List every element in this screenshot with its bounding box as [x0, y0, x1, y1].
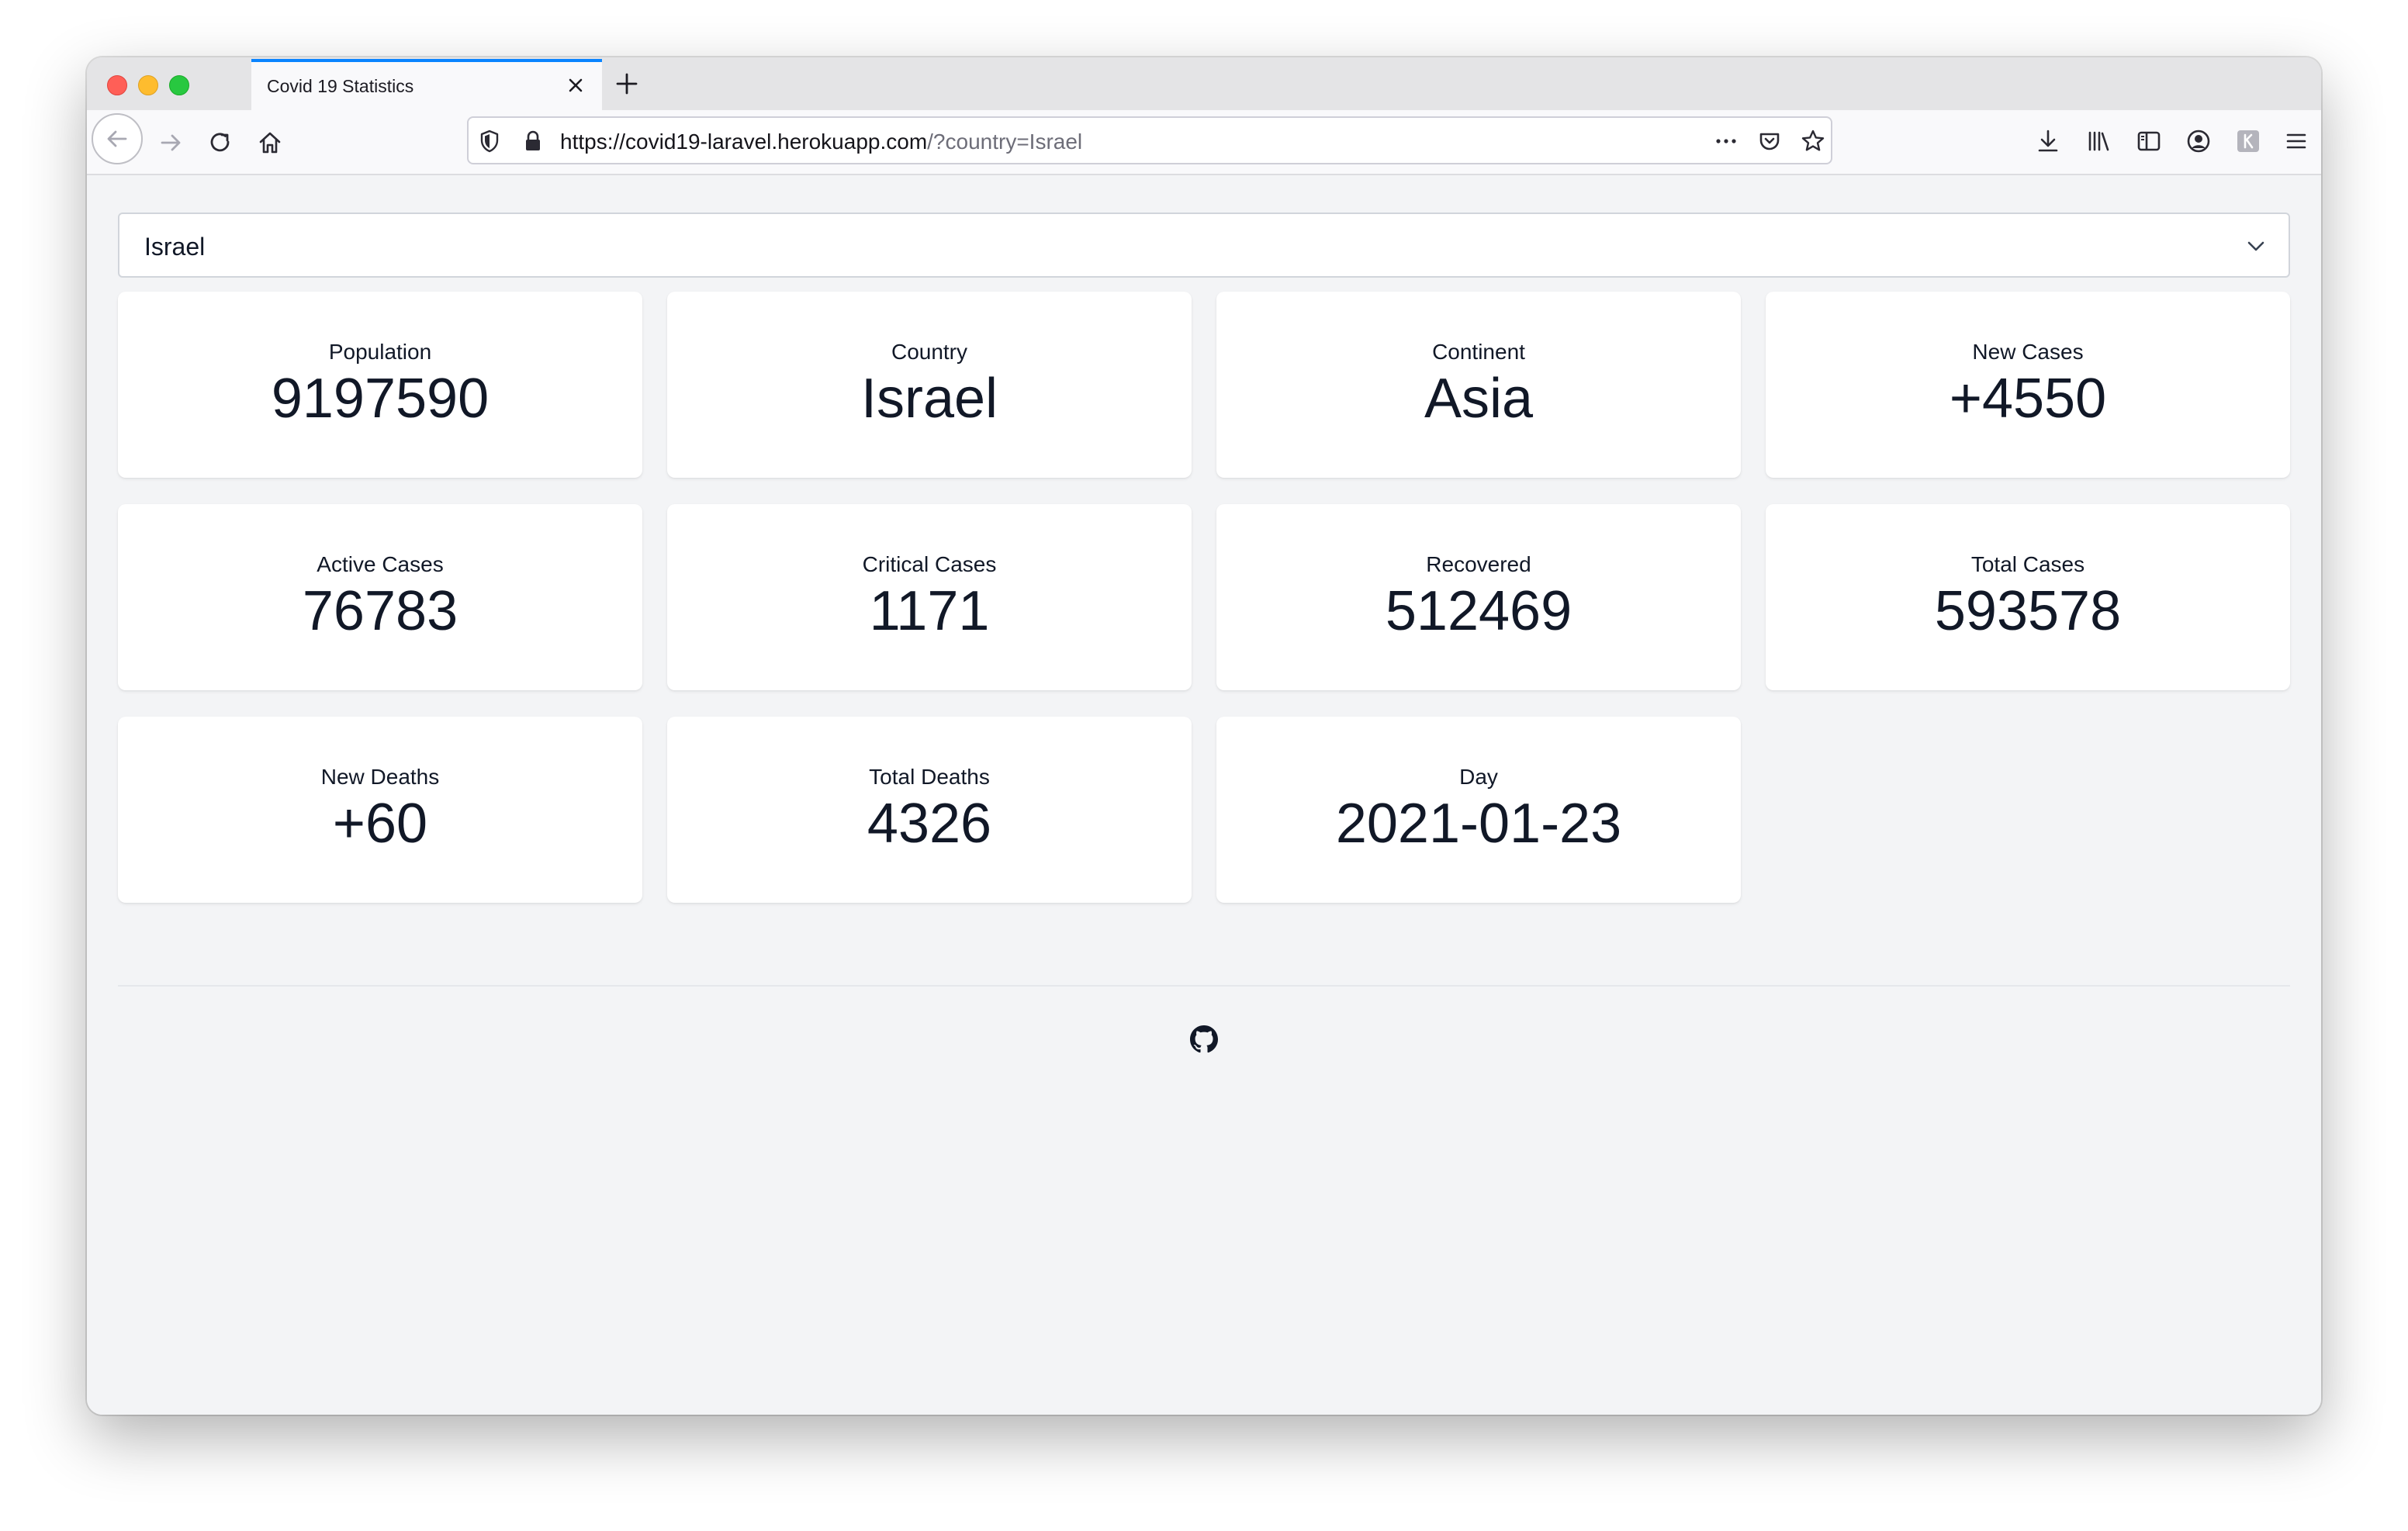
tab-bar: Covid 19 Statistics — [87, 57, 2321, 110]
stat-value: 2021-01-23 — [1335, 793, 1622, 855]
stat-card-new-cases: New Cases +4550 — [1766, 292, 2290, 478]
account-icon — [2187, 130, 2210, 153]
stat-value: 1171 — [869, 580, 990, 642]
stat-value: 76783 — [302, 580, 458, 642]
stat-label: New Deaths — [320, 765, 440, 789]
stats-grid: Population 9197590 Country Israel Contin… — [118, 292, 2290, 903]
library-icon — [2088, 131, 2109, 151]
sidebar-button[interactable] — [2130, 123, 2168, 160]
reload-icon — [210, 133, 230, 152]
lock-icon[interactable] — [520, 128, 546, 154]
stat-card-continent: Continent Asia — [1216, 292, 1741, 478]
stat-card-total-deaths: Total Deaths 4326 — [667, 717, 1192, 903]
close-icon[interactable] — [563, 73, 588, 98]
stat-label: Total Cases — [1970, 552, 2085, 576]
tab-covid-statistics[interactable]: Covid 19 Statistics — [251, 59, 602, 110]
stat-value: Asia — [1424, 368, 1534, 430]
navigation-toolbar: https://covid19-laravel.herokuapp.com/?c… — [87, 110, 2321, 175]
footer-divider — [118, 985, 2290, 987]
stat-card-day: Day 2021-01-23 — [1216, 717, 1741, 903]
country-select[interactable]: Israel — [118, 213, 2290, 278]
stat-value: 9197590 — [271, 368, 490, 430]
stat-label: Recovered — [1426, 552, 1531, 576]
tab-title: Covid 19 Statistics — [267, 76, 414, 96]
shield-icon[interactable] — [476, 128, 503, 154]
stat-label: Day — [1459, 765, 1498, 789]
reload-button[interactable] — [199, 121, 242, 164]
stat-card-active-cases: Active Cases 76783 — [118, 504, 642, 690]
downloads-button[interactable] — [2029, 123, 2067, 160]
home-icon — [259, 132, 281, 154]
page-content: Israel Population 9197590 Country Israel… — [87, 175, 2321, 1415]
minimize-window-button[interactable] — [138, 75, 158, 95]
stat-card-total-cases: Total Cases 593578 — [1766, 504, 2290, 690]
stat-card-recovered: Recovered 512469 — [1216, 504, 1741, 690]
account-button[interactable] — [2180, 123, 2217, 160]
download-icon — [2038, 130, 2058, 152]
sidebar-icon — [2137, 131, 2161, 151]
more-actions-icon[interactable] — [1713, 128, 1739, 154]
address-bar[interactable]: https://covid19-laravel.herokuapp.com/?c… — [467, 116, 1832, 164]
stat-label: New Cases — [1972, 340, 2084, 364]
close-window-button[interactable] — [107, 75, 127, 95]
github-icon[interactable] — [1190, 1025, 1218, 1053]
zoom-window-button[interactable] — [169, 75, 189, 95]
bookmark-star-icon[interactable] — [1800, 128, 1826, 154]
pocket-icon[interactable] — [1756, 128, 1783, 154]
menu-button[interactable] — [2281, 123, 2312, 160]
library-button[interactable] — [2081, 123, 2118, 160]
stat-card-new-deaths: New Deaths +60 — [118, 717, 642, 903]
stat-label: Country — [891, 340, 968, 364]
home-button[interactable] — [248, 121, 292, 164]
forward-button[interactable] — [149, 121, 192, 164]
arrow-right-icon — [161, 134, 181, 151]
back-button[interactable] — [92, 113, 143, 164]
chevron-down-icon — [2247, 241, 2264, 251]
extension-icon — [2237, 130, 2259, 152]
stat-value: 512469 — [1385, 580, 1572, 642]
url-path: /?country=Israel — [927, 130, 1083, 154]
stat-value: 593578 — [1934, 580, 2122, 642]
stat-value: +4550 — [1949, 368, 2107, 430]
stat-value: 4326 — [867, 793, 992, 855]
stat-value: +60 — [332, 793, 428, 855]
browser-window: Covid 19 Statistics https://covid19-lara… — [87, 57, 2321, 1415]
stat-label: Active Cases — [317, 552, 444, 576]
stat-label: Total Deaths — [869, 765, 990, 789]
stat-card-population: Population 9197590 — [118, 292, 642, 478]
extension-button[interactable] — [2230, 123, 2267, 160]
stat-label: Population — [328, 340, 432, 364]
arrow-left-icon — [107, 130, 127, 147]
stat-value: Israel — [860, 368, 998, 430]
stat-card-critical-cases: Critical Cases 1171 — [667, 504, 1192, 690]
stat-card-country: Country Israel — [667, 292, 1192, 478]
hamburger-menu-icon — [2286, 133, 2306, 149]
stat-label: Critical Cases — [862, 552, 997, 576]
url-host: https://covid19-laravel.herokuapp.com — [560, 130, 928, 154]
country-select-value: Israel — [144, 233, 206, 261]
stat-label: Continent — [1432, 340, 1525, 364]
new-tab-icon[interactable] — [611, 68, 642, 99]
url-text[interactable]: https://covid19-laravel.herokuapp.com/?c… — [560, 130, 1082, 154]
